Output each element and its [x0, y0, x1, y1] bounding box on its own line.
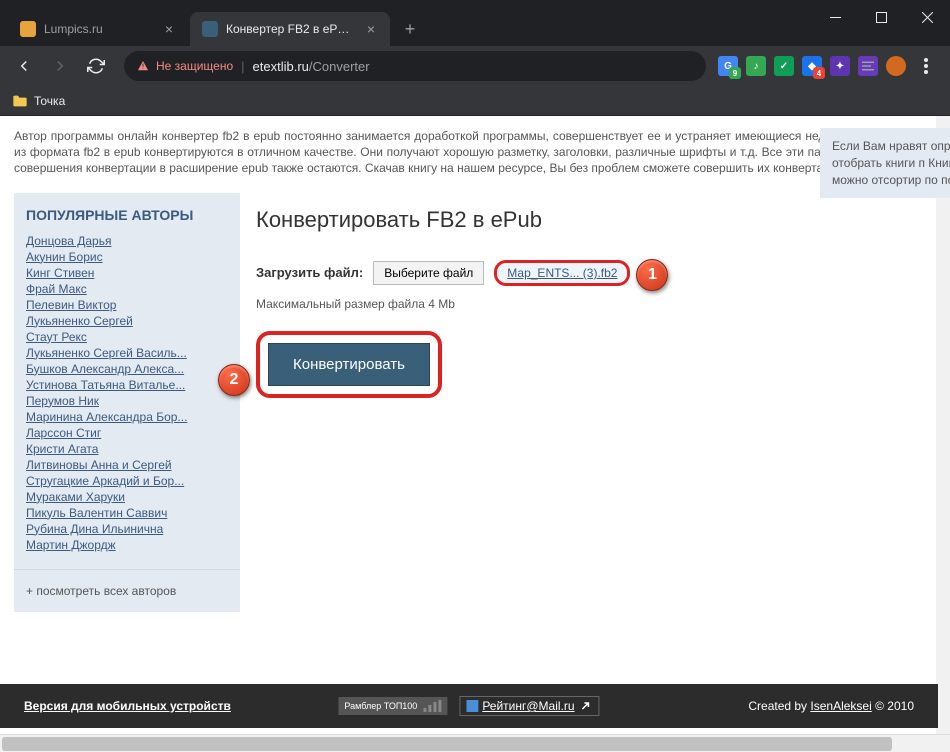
bookmark-folder[interactable]: Точка — [12, 94, 65, 108]
author-link[interactable]: Мартин Джордж — [26, 537, 228, 553]
address-bar[interactable]: Не защищено | etextlib.ru/Converter — [124, 51, 706, 81]
rambler-badge[interactable]: Рамблер ТОП100 — [338, 697, 447, 715]
extension-icon[interactable] — [858, 56, 878, 76]
selected-file-name: Мар_ENTS... (3).fb2 — [494, 260, 630, 286]
sidebar-title: ПОПУЛЯРНЫЕ АВТОРЫ — [14, 193, 240, 233]
tab-favicon — [202, 21, 218, 37]
mobile-version-link[interactable]: Версия для мобильных устройств — [24, 699, 231, 713]
scrollbar-thumb[interactable] — [2, 737, 892, 751]
author-link[interactable]: Фрай Макс — [26, 281, 228, 297]
close-button[interactable] — [904, 0, 950, 34]
author-link[interactable]: Пелевин Виктор — [26, 297, 228, 313]
author-link[interactable]: Лукьяненко Сергей Василь... — [26, 345, 228, 361]
url-text: etextlib.ru/Converter — [253, 59, 694, 74]
author-list: Донцова ДарьяАкунин БорисКинг СтивенФрай… — [14, 233, 240, 561]
convert-button[interactable]: Конвертировать — [268, 343, 430, 386]
not-secure-indicator[interactable]: Не защищено — [136, 59, 233, 73]
new-tab-button[interactable]: + — [396, 15, 424, 43]
not-secure-label: Не защищено — [156, 59, 233, 73]
close-icon[interactable]: × — [364, 22, 378, 36]
footer-badges: Рамблер ТОП100 Рейтинг@Mail.ru — [338, 696, 599, 716]
extension-icon[interactable]: ✓ — [774, 56, 794, 76]
url-path: /Converter — [309, 59, 370, 74]
browser-tab-active[interactable]: Конвертер FB2 в ePub | FB2 to e × — [190, 12, 390, 46]
mailru-label: Рейтинг@Mail.ru — [482, 699, 574, 713]
extension-icon[interactable]: ♪ — [746, 56, 766, 76]
annotation-marker-2: 2 — [218, 364, 250, 396]
upload-label: Загрузить файл: — [256, 265, 363, 280]
horizontal-scrollbar[interactable] — [0, 734, 950, 752]
choose-file-button[interactable]: Выберите файл — [373, 261, 484, 285]
author-link[interactable]: Акунин Борис — [26, 249, 228, 265]
sidebar: ПОПУЛЯРНЫЕ АВТОРЫ Донцова ДарьяАкунин Бо… — [14, 193, 240, 612]
bookmarks-bar: Точка — [0, 86, 950, 116]
browser-tab-inactive[interactable]: Lumpics.ru × — [8, 12, 188, 46]
page-footer: Версия для мобильных устройств Рамблер Т… — [0, 684, 938, 728]
convert-highlight: Конвертировать — [256, 331, 442, 398]
extension-icon[interactable]: ✦ — [830, 56, 850, 76]
author-link[interactable]: IsenAleksei — [810, 699, 871, 713]
extension-icon[interactable]: G9 — [718, 56, 738, 76]
view-all-authors-link[interactable]: + посмотреть всех авторов — [14, 569, 240, 612]
author-link[interactable]: Кинг Стивен — [26, 265, 228, 281]
author-link[interactable]: Бушков Александр Алекса... — [26, 361, 228, 377]
forward-button[interactable] — [44, 50, 76, 82]
mailru-rating-badge[interactable]: Рейтинг@Mail.ru — [459, 696, 599, 716]
rambler-label: Рамблер ТОП100 — [344, 701, 417, 711]
bookmark-label: Точка — [34, 94, 65, 108]
right-widget: Если Вам нравят определенного отобрать к… — [820, 128, 950, 198]
author-link[interactable]: Лукьяненко Сергей — [26, 313, 228, 329]
extension-badge: 4 — [813, 67, 825, 79]
page-content: Автор программы онлайн конвертер fb2 в e… — [0, 116, 950, 752]
author-link[interactable]: Литвиновы Анна и Сергей — [26, 457, 228, 473]
created-by-label: Created by — [748, 699, 810, 713]
titlebar: Lumpics.ru × Конвертер FB2 в ePub | FB2 … — [0, 0, 950, 46]
footer-credits: Created by IsenAleksei © 2010 — [748, 699, 914, 713]
tab-title: Конвертер FB2 в ePub | FB2 to e — [226, 22, 356, 36]
author-link[interactable]: Ларссон Стиг — [26, 425, 228, 441]
author-link[interactable]: Мураками Харуки — [26, 489, 228, 505]
extension-icon[interactable]: ◆4 — [802, 56, 822, 76]
author-link[interactable]: Устинова Татьяна Виталье... — [26, 377, 228, 393]
close-icon[interactable]: × — [162, 22, 176, 36]
author-link[interactable]: Донцова Дарья — [26, 233, 228, 249]
upload-row: Загрузить файл: Выберите файл Мар_ENTS..… — [256, 261, 920, 285]
author-link[interactable]: Кристи Агата — [26, 441, 228, 457]
author-link[interactable]: Маринина Александра Бор... — [26, 409, 228, 425]
author-link[interactable]: Стаут Рекс — [26, 329, 228, 345]
tab-favicon — [20, 21, 36, 37]
extensions-area: G9 ♪ ✓ ◆4 ✦ — [718, 56, 906, 76]
profile-avatar[interactable] — [886, 56, 906, 76]
reload-button[interactable] — [80, 50, 112, 82]
extension-badge: 9 — [729, 67, 741, 79]
author-link[interactable]: Перумов Ник — [26, 393, 228, 409]
author-link[interactable]: Стругацкие Аркадий и Бор... — [26, 473, 228, 489]
browser-toolbar: Не защищено | etextlib.ru/Converter G9 ♪… — [0, 46, 950, 86]
tabs-area: Lumpics.ru × Конвертер FB2 в ePub | FB2 … — [0, 0, 812, 46]
url-host: etextlib.ru — [253, 59, 309, 74]
tab-title: Lumpics.ru — [44, 22, 154, 36]
back-button[interactable] — [8, 50, 40, 82]
author-link[interactable]: Пикуль Валентин Саввич — [26, 505, 228, 521]
main-content: Конвертировать FB2 в ePub Загрузить файл… — [256, 183, 920, 612]
copyright-year: © 2010 — [872, 699, 914, 713]
page-title: Конвертировать FB2 в ePub — [256, 207, 920, 233]
minimize-button[interactable] — [812, 0, 858, 34]
author-link[interactable]: Рубина Дина Ильинична — [26, 521, 228, 537]
max-file-size-label: Максимальный размер файла 4 Mb — [256, 297, 920, 311]
browser-menu-button[interactable] — [910, 50, 942, 82]
maximize-button[interactable] — [858, 0, 904, 34]
window-controls — [812, 0, 950, 46]
intro-paragraph: Автор программы онлайн конвертер fb2 в e… — [0, 116, 920, 183]
annotation-marker-1: 1 — [636, 259, 668, 291]
